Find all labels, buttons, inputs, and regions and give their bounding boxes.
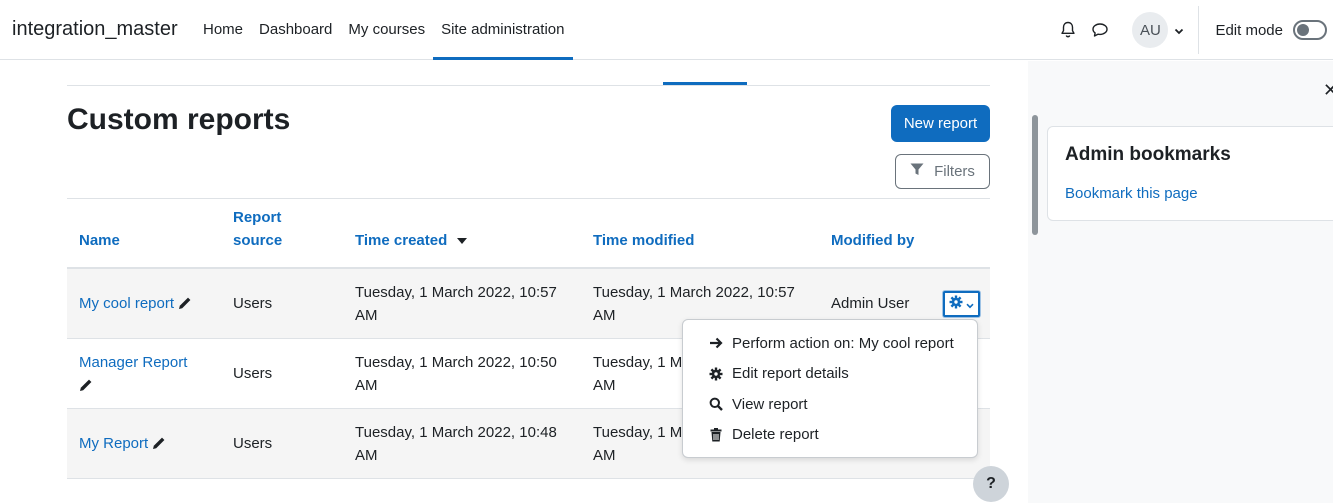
page-title: Custom reports <box>67 103 291 136</box>
nav-link-home[interactable]: Home <box>195 0 251 60</box>
time-created-cell: Tuesday, 1 March 2022, 10:57 AM <box>355 281 557 327</box>
time-modified-cell: Tuesday, 1 M AM <box>593 421 682 467</box>
time-modified-line1: Tuesday, 1 M <box>593 354 683 371</box>
gear-icon <box>708 367 724 381</box>
menu-item-label: Perform action on: My cool report <box>732 334 954 352</box>
divider-line <box>67 85 990 86</box>
time-created-line2: AM <box>355 447 378 464</box>
time-created-line2: AM <box>355 307 378 324</box>
menu-item-label: View report <box>732 395 808 413</box>
time-modified-line2: AM <box>593 447 616 464</box>
avatar: AU <box>1132 12 1169 48</box>
time-modified-cell: Tuesday, 1 M AM <box>593 351 682 397</box>
report-name-link[interactable]: My Report <box>79 435 148 452</box>
block-drawer: ✕ Admin bookmarks Bookmark this page <box>1028 61 1333 503</box>
time-created-line1: Tuesday, 1 March 2022, 10:50 <box>355 354 557 371</box>
filter-funnel-icon <box>910 163 924 180</box>
report-name-cell: My cool report <box>79 292 192 317</box>
messages-chat-icon[interactable] <box>1084 14 1116 46</box>
row-actions-button[interactable] <box>943 291 980 317</box>
time-created-line1: Tuesday, 1 March 2022, 10:57 <box>355 284 557 301</box>
nav-divider <box>1198 6 1200 54</box>
time-modified-line2: AM <box>593 377 616 394</box>
gear-icon <box>949 295 963 313</box>
trash-icon <box>708 427 724 442</box>
user-menu[interactable]: AU <box>1132 12 1184 48</box>
chevron-down-icon <box>1174 22 1184 39</box>
header-source-line1: Report <box>233 209 282 226</box>
menu-item-view-report[interactable]: View report <box>683 389 977 420</box>
report-source-cell: Users <box>233 295 273 312</box>
modified-by-cell: Admin User <box>831 295 910 312</box>
edit-mode-toggle[interactable] <box>1293 20 1327 40</box>
report-name-link[interactable]: Manager Report <box>79 351 187 374</box>
header-time-created-label: Time created <box>355 232 448 249</box>
filters-label: Filters <box>934 163 975 180</box>
menu-item-perform-action[interactable]: Perform action on: My cool report <box>683 328 977 359</box>
header-time-created[interactable]: Time created <box>355 228 468 252</box>
arrow-right-icon <box>708 337 724 349</box>
menu-item-label: Edit report details <box>732 365 849 383</box>
header-time-modified[interactable]: Time modified <box>593 229 694 252</box>
sort-desc-icon <box>457 228 468 251</box>
drawer-scrollbar[interactable] <box>1032 115 1038 235</box>
admin-bookmarks-block: Admin bookmarks Bookmark this page <box>1047 126 1333 221</box>
menu-item-edit-report-details[interactable]: Edit report details <box>683 359 977 390</box>
menu-item-delete-report[interactable]: Delete report <box>683 420 977 451</box>
help-button[interactable]: ? <box>973 466 1009 502</box>
search-icon <box>708 397 724 412</box>
site-brand[interactable]: integration_master <box>12 18 178 41</box>
report-name-cell: Manager Report <box>79 351 187 399</box>
pencil-edit-icon[interactable] <box>178 294 192 317</box>
report-name-link[interactable]: My cool report <box>79 295 174 312</box>
edit-mode-label: Edit mode <box>1215 21 1283 39</box>
pencil-edit-icon[interactable] <box>79 376 93 399</box>
primary-nav: Home Dashboard My courses Site administr… <box>195 0 573 60</box>
nav-right: AU Edit mode <box>1052 0 1333 60</box>
block-title: Admin bookmarks <box>1065 144 1231 165</box>
nav-link-site-administration[interactable]: Site administration <box>433 0 573 60</box>
time-modified-line1: Tuesday, 1 March 2022, 10:57 <box>593 284 795 301</box>
header-modified-by[interactable]: Modified by <box>831 229 914 252</box>
new-report-button[interactable]: New report <box>891 105 990 142</box>
secondary-tab-indicator <box>663 82 747 85</box>
row-actions-menu: Perform action on: My cool report Edit r… <box>682 319 978 458</box>
header-report-source[interactable]: Report source <box>233 206 282 252</box>
menu-item-label: Delete report <box>732 426 819 444</box>
notifications-bell-icon[interactable] <box>1052 14 1084 46</box>
close-drawer-icon[interactable]: ✕ <box>1323 80 1333 101</box>
report-name-cell: My Report <box>79 432 166 457</box>
time-created-line1: Tuesday, 1 March 2022, 10:48 <box>355 424 557 441</box>
header-source-line2: source <box>233 232 283 249</box>
bookmark-this-page-link[interactable]: Bookmark this page <box>1065 185 1198 202</box>
table-header: Name Report source Time created Time mod… <box>67 198 990 269</box>
filters-button[interactable]: Filters <box>895 154 990 189</box>
pencil-edit-icon[interactable] <box>152 434 166 457</box>
time-modified-line1: Tuesday, 1 M <box>593 424 683 441</box>
nav-link-dashboard[interactable]: Dashboard <box>251 0 340 60</box>
time-created-line2: AM <box>355 377 378 394</box>
report-source-cell: Users <box>233 365 273 382</box>
toggle-knob <box>1297 24 1309 36</box>
chevron-down-icon <box>966 296 974 313</box>
time-created-cell: Tuesday, 1 March 2022, 10:50 AM <box>355 351 557 397</box>
nav-link-my-courses[interactable]: My courses <box>340 0 433 60</box>
navbar: integration_master Home Dashboard My cou… <box>0 0 1333 60</box>
report-source-cell: Users <box>233 435 273 452</box>
header-name[interactable]: Name <box>79 229 120 252</box>
time-created-cell: Tuesday, 1 March 2022, 10:48 AM <box>355 421 557 467</box>
